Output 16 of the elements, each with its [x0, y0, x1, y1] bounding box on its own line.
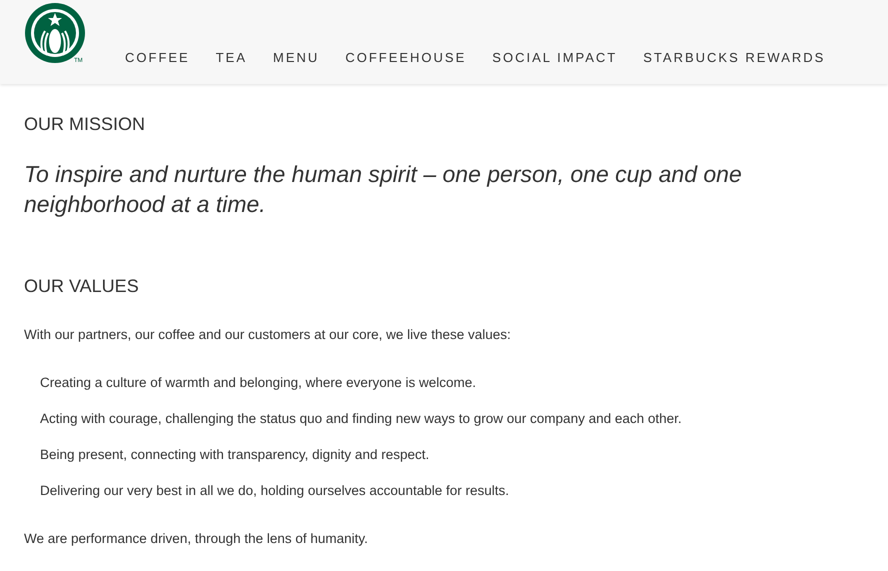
nav-link[interactable]: STARBUCKS REWARDS	[643, 49, 826, 66]
value-item: Delivering our very best in all we do, holding ourselves accountable for results.	[40, 482, 510, 500]
section-heading: OUR MISSION	[24, 113, 146, 135]
value-item: Acting with courage, challenging the status quo and finding new ways to grow our company and each other.	[40, 410, 683, 428]
value-item: Creating a culture of warmth and belonging, where everyone is welcome.	[40, 374, 477, 392]
closing-text: We are performance driven, through the lens of humanity.	[24, 530, 369, 548]
value-item: Being present, connecting with transparency, dignity and respect.	[40, 446, 430, 464]
nav-link[interactable]: TEA	[216, 49, 248, 66]
nav-link[interactable]: SOCIAL IMPACT	[492, 49, 618, 66]
section-heading: OUR VALUES	[24, 275, 140, 297]
nav-link[interactable]: COFFEE	[125, 49, 190, 66]
nav-link[interactable]: COFFEEHOUSE	[345, 49, 466, 66]
intro-text: With our partners, our coffee and our customers at our core, we live these values:	[24, 326, 512, 344]
nav-link[interactable]: MENU	[273, 49, 320, 66]
logo-icon[interactable]	[25, 3, 85, 63]
mission-statement: To inspire and nurture the human spirit – one person, one cup and one neighborhood at a time.	[24, 160, 743, 219]
